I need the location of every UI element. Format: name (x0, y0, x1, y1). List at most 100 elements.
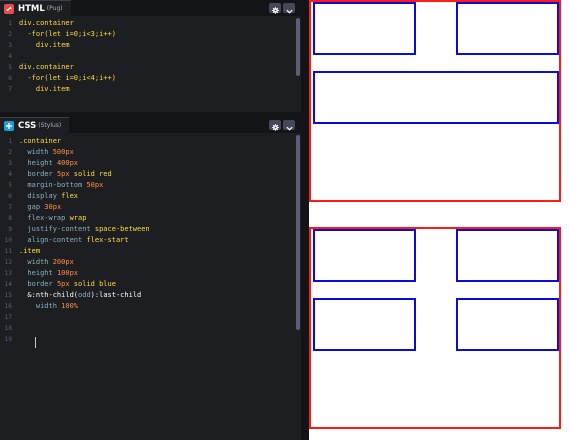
gear-icon (271, 0, 279, 18)
code-token: width (19, 302, 62, 310)
line-number: 11 (4, 248, 12, 255)
code-text: div.item (19, 40, 70, 51)
code-token: wrap (69, 214, 87, 222)
code-text: gap 30px (19, 202, 61, 213)
preview-item (313, 229, 416, 282)
html-scrollbar[interactable] (296, 18, 300, 76)
css-scrollbar[interactable] (296, 135, 300, 330)
css-panel: CSS (Stylus) 1 .container 2 width 500px 3 h… (0, 117, 301, 440)
code-token: odd (78, 291, 91, 299)
preview-item (456, 229, 559, 282)
result-preview (309, 0, 569, 440)
code-text: margin-bottom 50px (19, 180, 103, 191)
css-panel-header: CSS (Stylus) (0, 117, 301, 133)
code-text: height 100px (19, 268, 78, 279)
code-text: -for(let i=0;i<4;i++) (19, 73, 116, 84)
preview-item (456, 298, 559, 351)
line-number: 8 (8, 215, 12, 222)
gear-icon (271, 116, 279, 135)
html-collapse-button[interactable] (283, 3, 295, 14)
editor-column: HTML (Pug) 1 div.container 2 -for(let i=0;… (0, 0, 301, 440)
css-settings-button[interactable] (269, 120, 281, 131)
code-token: 5px (56, 280, 70, 288)
html-panel-title: HTML (18, 3, 45, 14)
code-token: height (19, 159, 57, 167)
line-number: 18 (4, 325, 12, 332)
line-number: 2 (8, 31, 12, 38)
html-settings-button[interactable] (269, 3, 281, 14)
line-number: 5 (8, 64, 12, 71)
code-token: flex (61, 192, 79, 200)
line-number: 4 (8, 53, 12, 60)
code-text: border 5px solid red (19, 169, 112, 180)
preview-item (313, 298, 416, 351)
line-number: 1 (8, 138, 12, 145)
code-token: margin-bottom (19, 181, 87, 189)
preview-container (309, 0, 561, 202)
line-number: 2 (8, 149, 12, 156)
code-token: 50px (86, 181, 104, 189)
code-token: ):last-child (90, 291, 142, 299)
code-token: div.container (19, 63, 74, 71)
code-token: solid red (69, 170, 112, 178)
code-text: display flex (19, 191, 78, 202)
code-text: border 5px solid blue (19, 279, 116, 290)
code-text: .item (19, 246, 40, 257)
code-token: .container (19, 137, 62, 145)
line-number: 3 (8, 160, 12, 167)
preview-item (313, 2, 416, 55)
code-text: div.item (19, 84, 70, 95)
code-token: width (19, 148, 53, 156)
code-token: align-content (19, 236, 87, 244)
code-text: div.container (19, 62, 74, 73)
line-number: 3 (8, 42, 12, 49)
code-token: 100px (56, 269, 79, 277)
code-text: div.container (19, 18, 74, 29)
line-number: 19 (4, 336, 12, 343)
css-panel-title: CSS (18, 120, 37, 131)
line-number: 10 (4, 237, 12, 244)
preview-item (456, 2, 559, 55)
code-token: 500px (52, 148, 74, 156)
line-number: 1 (8, 20, 12, 27)
line-number: 4 (8, 171, 12, 178)
css-collapse-button[interactable] (283, 120, 295, 131)
code-token: border (19, 170, 57, 178)
preview-item-full-width (313, 71, 559, 124)
code-token: flex-wrap (19, 214, 70, 222)
code-token: space-between (94, 225, 150, 233)
code-token: border (19, 280, 57, 288)
code-token: div.item (19, 41, 70, 49)
code-token: div.item (19, 85, 70, 93)
editor-preview-resize-handle[interactable] (301, 0, 309, 440)
code-token: height (19, 269, 57, 277)
css-panel-tab[interactable]: CSS (Stylus) (0, 117, 70, 133)
line-number: 13 (4, 270, 12, 277)
code-text: .container (19, 136, 61, 147)
html-panel-tab[interactable]: HTML (Pug) (0, 0, 71, 16)
line-number: 6 (8, 75, 12, 82)
code-token: 5px (56, 170, 70, 178)
code-text: -for(let i=0;i<3;i++) (19, 29, 116, 40)
code-token: -for(let i=0;i<4;i++) (19, 74, 116, 82)
code-token: flex-start (86, 236, 129, 244)
code-text: width 500px (19, 147, 74, 158)
line-number: 15 (4, 292, 12, 299)
code-token: display (19, 192, 62, 200)
code-token: 200px (52, 258, 74, 266)
css-icon (4, 120, 14, 131)
line-number: 5 (8, 182, 12, 189)
css-code-editor[interactable]: 1 .container 2 width 500px 3 height 400px 4 … (0, 133, 301, 440)
code-text: height 400px (19, 158, 78, 169)
code-text: flex-wrap wrap (19, 213, 86, 224)
html-icon (4, 3, 14, 14)
html-code-editor[interactable]: 1 div.container 2 -for(let i=0;i<3;i++) 3 d… (0, 16, 301, 112)
line-number: 17 (4, 314, 12, 321)
html-panel-preprocessor: (Pug) (46, 5, 63, 12)
line-number: 14 (4, 281, 12, 288)
code-token: .item (19, 247, 41, 255)
code-token: 400px (56, 159, 79, 167)
html-panel-header: HTML (Pug) (0, 0, 301, 16)
line-number: 6 (8, 193, 12, 200)
code-text: align-content flex-start (19, 235, 129, 246)
